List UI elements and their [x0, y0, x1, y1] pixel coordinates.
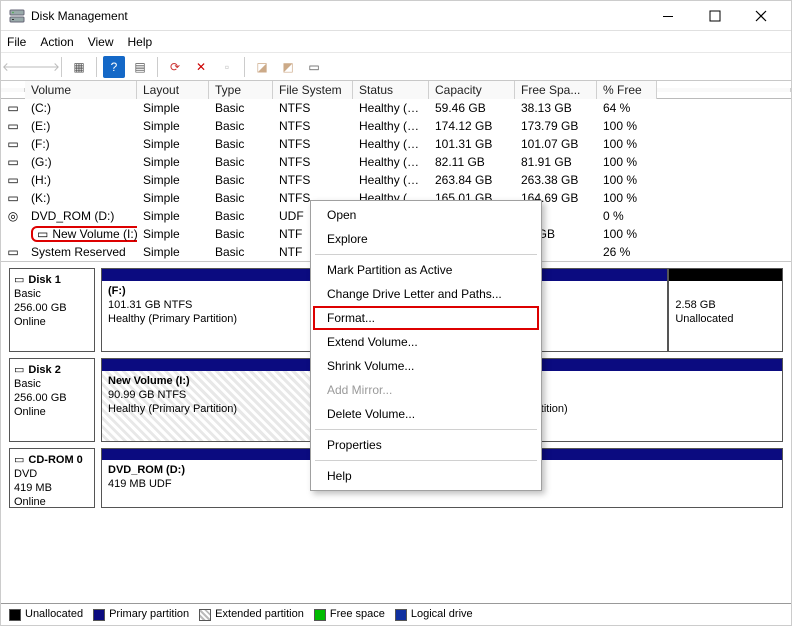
disk-label: ▭CD-ROM 0DVD419 MBOnline [9, 448, 95, 508]
action2-icon[interactable]: ◩ [277, 56, 299, 78]
legend: Unallocated Primary partition Extended p… [1, 603, 791, 625]
drive-icon: ▭ [1, 155, 25, 169]
minimize-button[interactable] [663, 10, 691, 22]
menu-item-properties[interactable]: Properties [313, 433, 539, 457]
menu-item-delete-volume[interactable]: Delete Volume... [313, 402, 539, 426]
drive-icon: ▭ [1, 119, 25, 133]
menu-item-help[interactable]: Help [313, 464, 539, 488]
menu-item-format[interactable]: Format... [313, 306, 539, 330]
col-layout[interactable]: Layout [137, 81, 209, 99]
col-free[interactable]: Free Spa... [515, 81, 597, 99]
menu-item-mark-partition-as-active[interactable]: Mark Partition as Active [313, 258, 539, 282]
back-icon: 🡐 [7, 56, 29, 78]
volume-name: (K:) [25, 191, 137, 205]
legend-unallocated: Unallocated [25, 608, 83, 620]
toolbar: 🡐 🡒 ▦ ? ▤ ⟳ ✕ ▫ ◪ ◩ ▭ [1, 53, 791, 81]
app-icon [9, 8, 25, 24]
drive-icon: ▭ [1, 191, 25, 205]
menu-item-open[interactable]: Open [313, 203, 539, 227]
table-row[interactable]: ▭(F:)SimpleBasicNTFSHealthy (P...101.31 … [1, 135, 791, 153]
volume-name: System Reserved [25, 245, 137, 259]
context-menu: OpenExplore Mark Partition as ActiveChang… [310, 200, 542, 491]
drive-icon: ▭ [1, 101, 25, 115]
menu-item-add-mirror: Add Mirror... [313, 378, 539, 402]
drive-icon: ▭ [1, 245, 25, 259]
refresh-icon[interactable]: ⟳ [164, 56, 186, 78]
legend-logical: Logical drive [411, 608, 473, 620]
menu-item-extend-volume[interactable]: Extend Volume... [313, 330, 539, 354]
col-type[interactable]: Type [209, 81, 273, 99]
menu-item-shrink-volume[interactable]: Shrink Volume... [313, 354, 539, 378]
disk-icon: ▭ [14, 273, 24, 286]
legend-free: Free space [330, 608, 385, 620]
col-filesystem[interactable]: File System [273, 81, 353, 99]
volume-name: (F:) [25, 137, 137, 151]
list-view-icon[interactable]: ▤ [129, 56, 151, 78]
close-button[interactable] [755, 10, 783, 22]
disc-icon: ◎ [1, 209, 25, 223]
table-row[interactable]: ▭(G:)SimpleBasicNTFSHealthy (P...82.11 G… [1, 153, 791, 171]
legend-primary: Primary partition [109, 608, 189, 620]
volume-name: (C:) [25, 101, 137, 115]
delete-icon[interactable]: ✕ [190, 56, 212, 78]
volume-name: (E:) [25, 119, 137, 133]
action-icon[interactable]: ◪ [251, 56, 273, 78]
legend-extended: Extended partition [215, 608, 304, 620]
forward-icon: 🡒 [33, 56, 55, 78]
help-icon[interactable]: ? [103, 56, 125, 78]
menu-action[interactable]: Action [40, 35, 73, 49]
disk-icon: ▭ [14, 363, 24, 376]
menu-item-explore[interactable]: Explore [313, 227, 539, 251]
menubar: File Action View Help [1, 31, 791, 53]
menu-help[interactable]: Help [128, 35, 153, 49]
col-capacity[interactable]: Capacity [429, 81, 515, 99]
titlebar: Disk Management [1, 1, 791, 31]
menu-item-change-drive-letter-and-paths[interactable]: Change Drive Letter and Paths... [313, 282, 539, 306]
window-title: Disk Management [31, 9, 663, 23]
col-pctfree[interactable]: % Free [597, 81, 657, 99]
disk-label: ▭Disk 2Basic256.00 GBOnline [9, 358, 95, 442]
maximize-button[interactable] [709, 10, 737, 22]
menu-view[interactable]: View [88, 35, 114, 49]
properties-icon[interactable]: ▭ [303, 56, 325, 78]
volume-name: ▭New Volume (I:) [25, 226, 137, 242]
new-icon: ▫ [216, 56, 238, 78]
table-view-icon[interactable]: ▦ [68, 56, 90, 78]
grid-header-row: Volume Layout Type File System Status Ca… [1, 81, 791, 99]
col-volume[interactable]: Volume [25, 81, 137, 99]
volume-name: DVD_ROM (D:) [25, 209, 137, 223]
disk-label: ▭Disk 1Basic256.00 GBOnline [9, 268, 95, 352]
volume-name: (G:) [25, 155, 137, 169]
table-row[interactable]: ▭(H:)SimpleBasicNTFSHealthy (L...263.84 … [1, 171, 791, 189]
table-row[interactable]: ▭(E:)SimpleBasicNTFSHealthy (P...174.12 … [1, 117, 791, 135]
table-row[interactable]: ▭(C:)SimpleBasicNTFSHealthy (B...59.46 G… [1, 99, 791, 117]
menu-file[interactable]: File [7, 35, 26, 49]
col-status[interactable]: Status [353, 81, 429, 99]
partition[interactable]: 2.58 GBUnallocated [668, 268, 783, 352]
volume-name: (H:) [25, 173, 137, 187]
disk-icon: ▭ [14, 453, 24, 466]
drive-icon: ▭ [1, 173, 25, 187]
drive-icon: ▭ [1, 137, 25, 151]
